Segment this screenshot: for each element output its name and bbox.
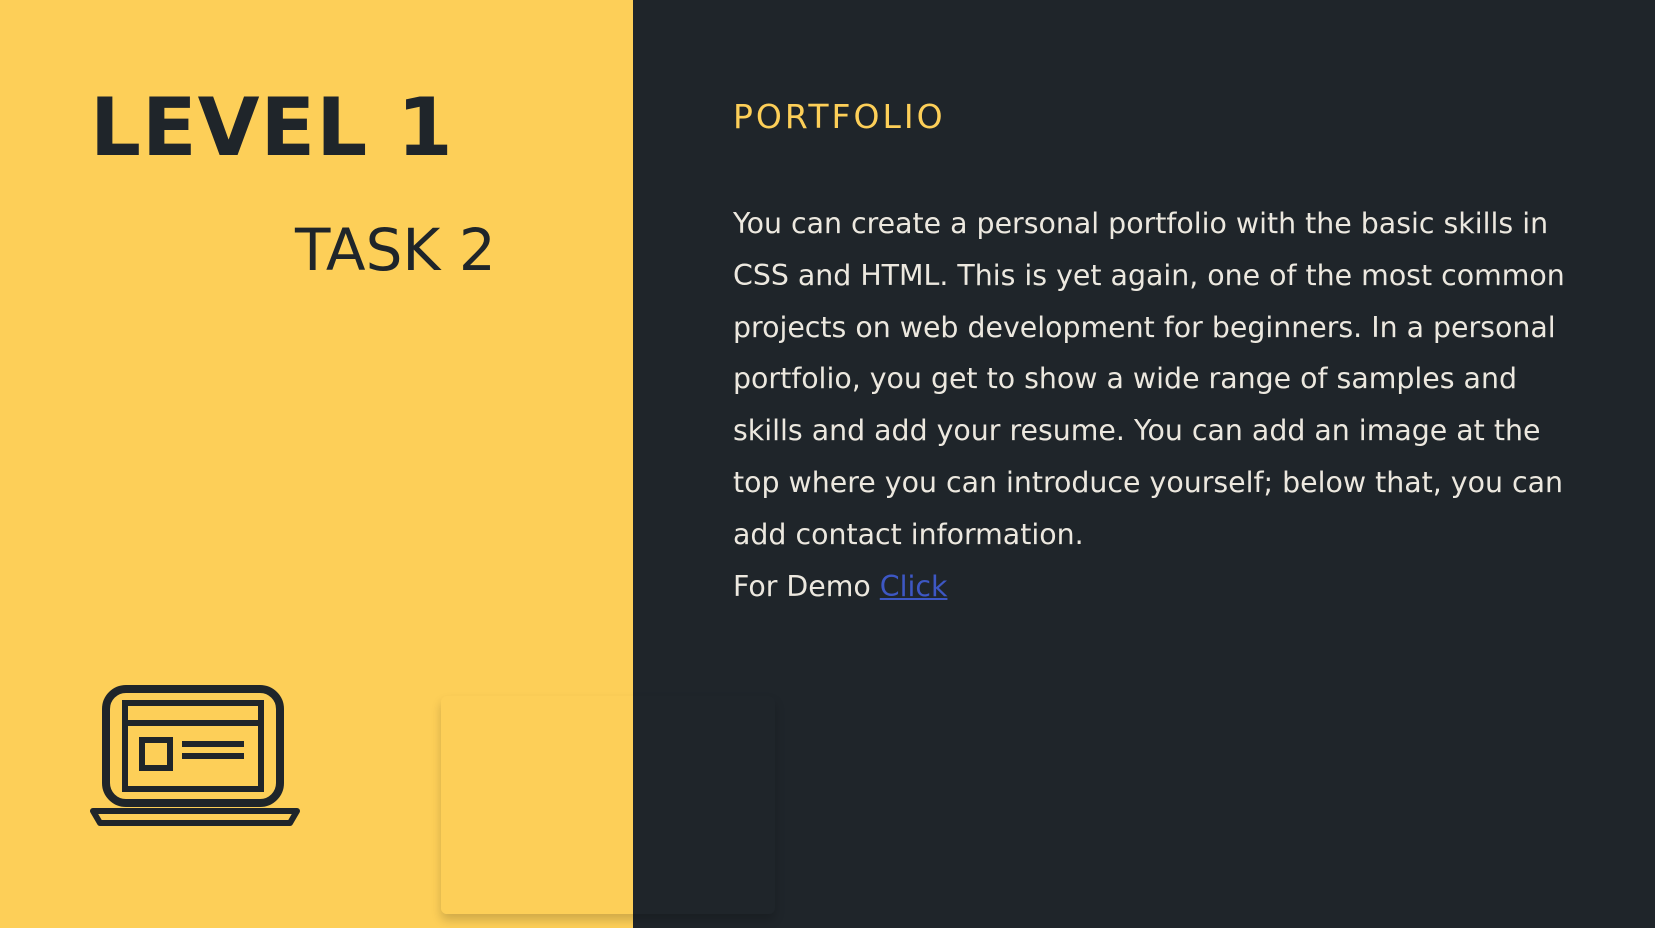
floating-card-dark-half: [633, 696, 775, 914]
laptop-icon: [90, 685, 300, 826]
demo-link[interactable]: Click: [880, 570, 948, 603]
floating-card: [441, 696, 775, 914]
floating-card-yellow-half: [441, 696, 633, 914]
task-title: TASK 2: [295, 216, 496, 284]
description-text: You can create a personal portfolio with…: [733, 207, 1565, 551]
slide: LEVEL 1 TASK 2 PORTFOLIO You can create …: [0, 0, 1655, 928]
section-heading: PORTFOLIO: [733, 97, 946, 136]
demo-line: For Demo Click: [733, 561, 947, 613]
demo-prefix: For Demo: [733, 570, 871, 603]
level-title: LEVEL 1: [90, 81, 454, 174]
